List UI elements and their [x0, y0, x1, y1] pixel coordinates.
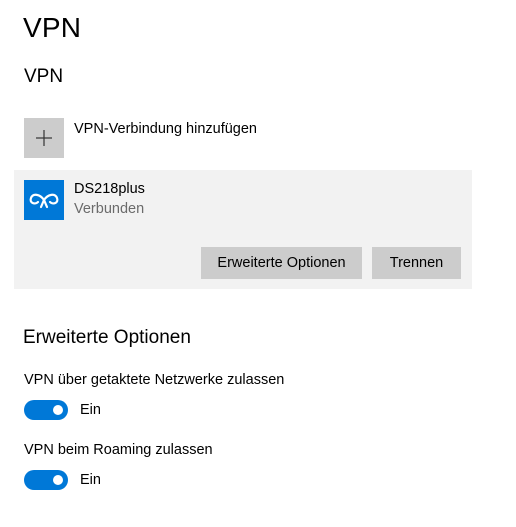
disconnect-button[interactable]: Trennen	[372, 247, 461, 279]
metered-networks-label: VPN über getaktete Netzwerke zulassen	[24, 372, 285, 388]
add-vpn-connection-button[interactable]: VPN-Verbindung hinzufügen	[24, 118, 257, 158]
metered-networks-toggle[interactable]	[24, 400, 68, 420]
connection-name: DS218plus	[74, 181, 145, 197]
vpn-section-title: VPN	[24, 66, 64, 87]
advanced-options-title: Erweiterte Optionen	[23, 327, 191, 348]
toggle-knob	[53, 405, 63, 415]
page-title: VPN	[23, 12, 82, 43]
toggle-knob	[53, 475, 63, 485]
vpn-icon	[24, 180, 64, 220]
advanced-options-button[interactable]: Erweiterte Optionen	[201, 247, 362, 279]
vpn-connection-item[interactable]: DS218plus Verbunden Erweiterte Optionen …	[14, 170, 472, 289]
roaming-label: VPN beim Roaming zulassen	[24, 442, 213, 458]
roaming-toggle[interactable]	[24, 470, 68, 490]
roaming-state: Ein	[80, 472, 101, 488]
plus-icon	[24, 118, 64, 158]
metered-networks-state: Ein	[80, 402, 101, 418]
add-vpn-connection-label: VPN-Verbindung hinzufügen	[74, 121, 257, 137]
connection-status: Verbunden	[74, 201, 145, 217]
